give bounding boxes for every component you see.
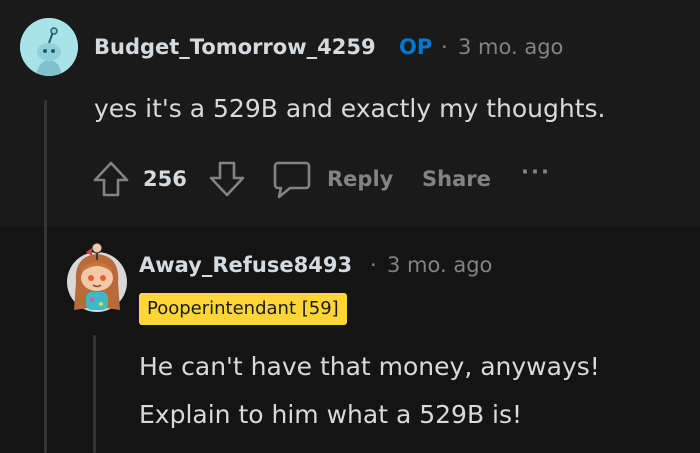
- comment-timestamp[interactable]: 3 mo. ago: [387, 253, 492, 277]
- comment-author[interactable]: Budget_Tomorrow_4259: [94, 35, 376, 59]
- downvote-icon[interactable]: [206, 158, 248, 204]
- reply-button[interactable]: Reply: [327, 167, 393, 191]
- vote-count: 256: [143, 167, 187, 191]
- comment-body-line: He can't have that money, anyways!: [139, 352, 600, 381]
- girl-snoo-avatar-icon[interactable]: [66, 238, 128, 318]
- comment-1-thread-line[interactable]: [44, 100, 47, 453]
- comment-author[interactable]: Away_Refuse8493: [139, 253, 352, 277]
- share-button[interactable]: Share: [422, 167, 491, 191]
- more-options-button[interactable]: ···: [521, 160, 551, 184]
- upvote-icon[interactable]: [90, 158, 132, 204]
- op-badge: OP: [399, 35, 433, 59]
- comment-2-thread-line[interactable]: [93, 335, 96, 453]
- comment-body: yes it's a 529B and exactly my thoughts.: [94, 94, 606, 123]
- comment-body-line: Explain to him what a 529B is!: [139, 400, 523, 429]
- user-flair: Pooperintendant [59]: [139, 293, 347, 325]
- comment-timestamp[interactable]: 3 mo. ago: [458, 35, 563, 59]
- snoo-avatar-icon[interactable]: [20, 18, 78, 76]
- separator-dot: ·: [370, 253, 377, 277]
- reply-icon[interactable]: [270, 157, 314, 205]
- separator-dot: ·: [441, 35, 448, 59]
